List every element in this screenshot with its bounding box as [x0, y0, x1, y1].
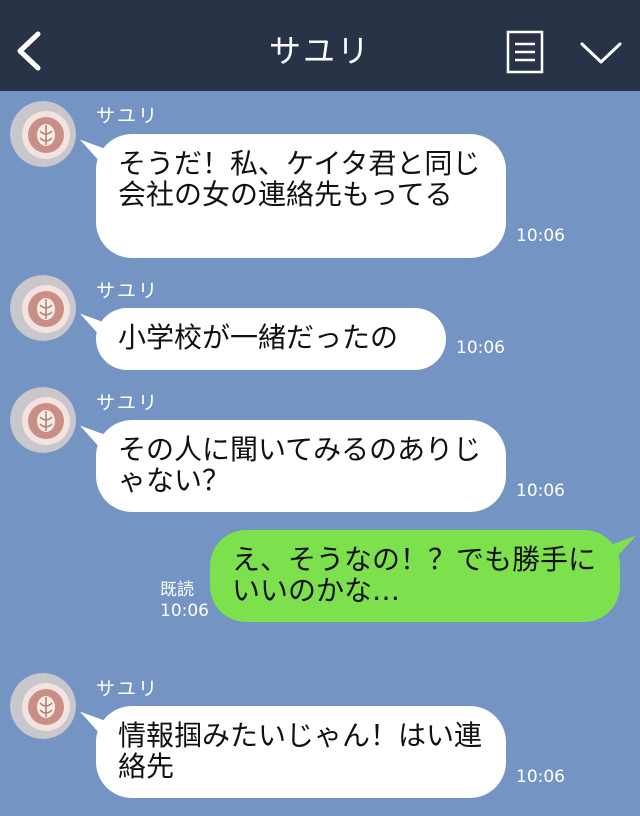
- avatar[interactable]: [10, 275, 76, 341]
- read-label: 既読: [160, 580, 194, 600]
- sender-name: サユリ: [96, 678, 160, 700]
- sender-name: サユリ: [96, 280, 160, 302]
- chevron-down-icon[interactable]: [578, 38, 624, 68]
- message-time: 10:06: [160, 601, 209, 621]
- message-text: 小学校が一緒だったの: [118, 321, 399, 354]
- chat-title: サユリ: [268, 32, 371, 70]
- chat-header: サユリ: [0, 0, 640, 91]
- sender-name: サユリ: [96, 392, 160, 414]
- message-time: 10:06: [456, 338, 505, 358]
- message-text: 情報掴みたいじゃん！はい連絡先: [118, 719, 483, 783]
- read-receipt: 既読 10:06: [160, 580, 209, 622]
- message-bubble[interactable]: 情報掴みたいじゃん！はい連絡先: [96, 706, 506, 798]
- message-bubble[interactable]: 小学校が一緒だったの: [96, 308, 446, 370]
- message-bubble[interactable]: そうだ！私、ケイタ君と同じ会社の女の連絡先もってる: [96, 134, 506, 258]
- message-bubble[interactable]: その人に聞いてみるのありじゃない？: [96, 420, 506, 512]
- message-text: え、そうなの！？でも勝手にいいのかな…: [232, 543, 597, 607]
- note-icon[interactable]: [506, 30, 544, 74]
- message-time: 10:06: [516, 481, 565, 501]
- message-text: その人に聞いてみるのありじゃない？: [118, 433, 482, 497]
- avatar[interactable]: [10, 673, 76, 739]
- avatar[interactable]: [10, 101, 76, 167]
- avatar[interactable]: [10, 387, 76, 453]
- sender-name: サユリ: [96, 105, 160, 127]
- message-time: 10:06: [516, 767, 565, 787]
- message-time: 10:06: [516, 226, 565, 246]
- message-bubble[interactable]: え、そうなの！？でも勝手にいいのかな…: [210, 530, 620, 622]
- message-text: そうだ！私、ケイタ君と同じ会社の女の連絡先もってる: [118, 147, 481, 211]
